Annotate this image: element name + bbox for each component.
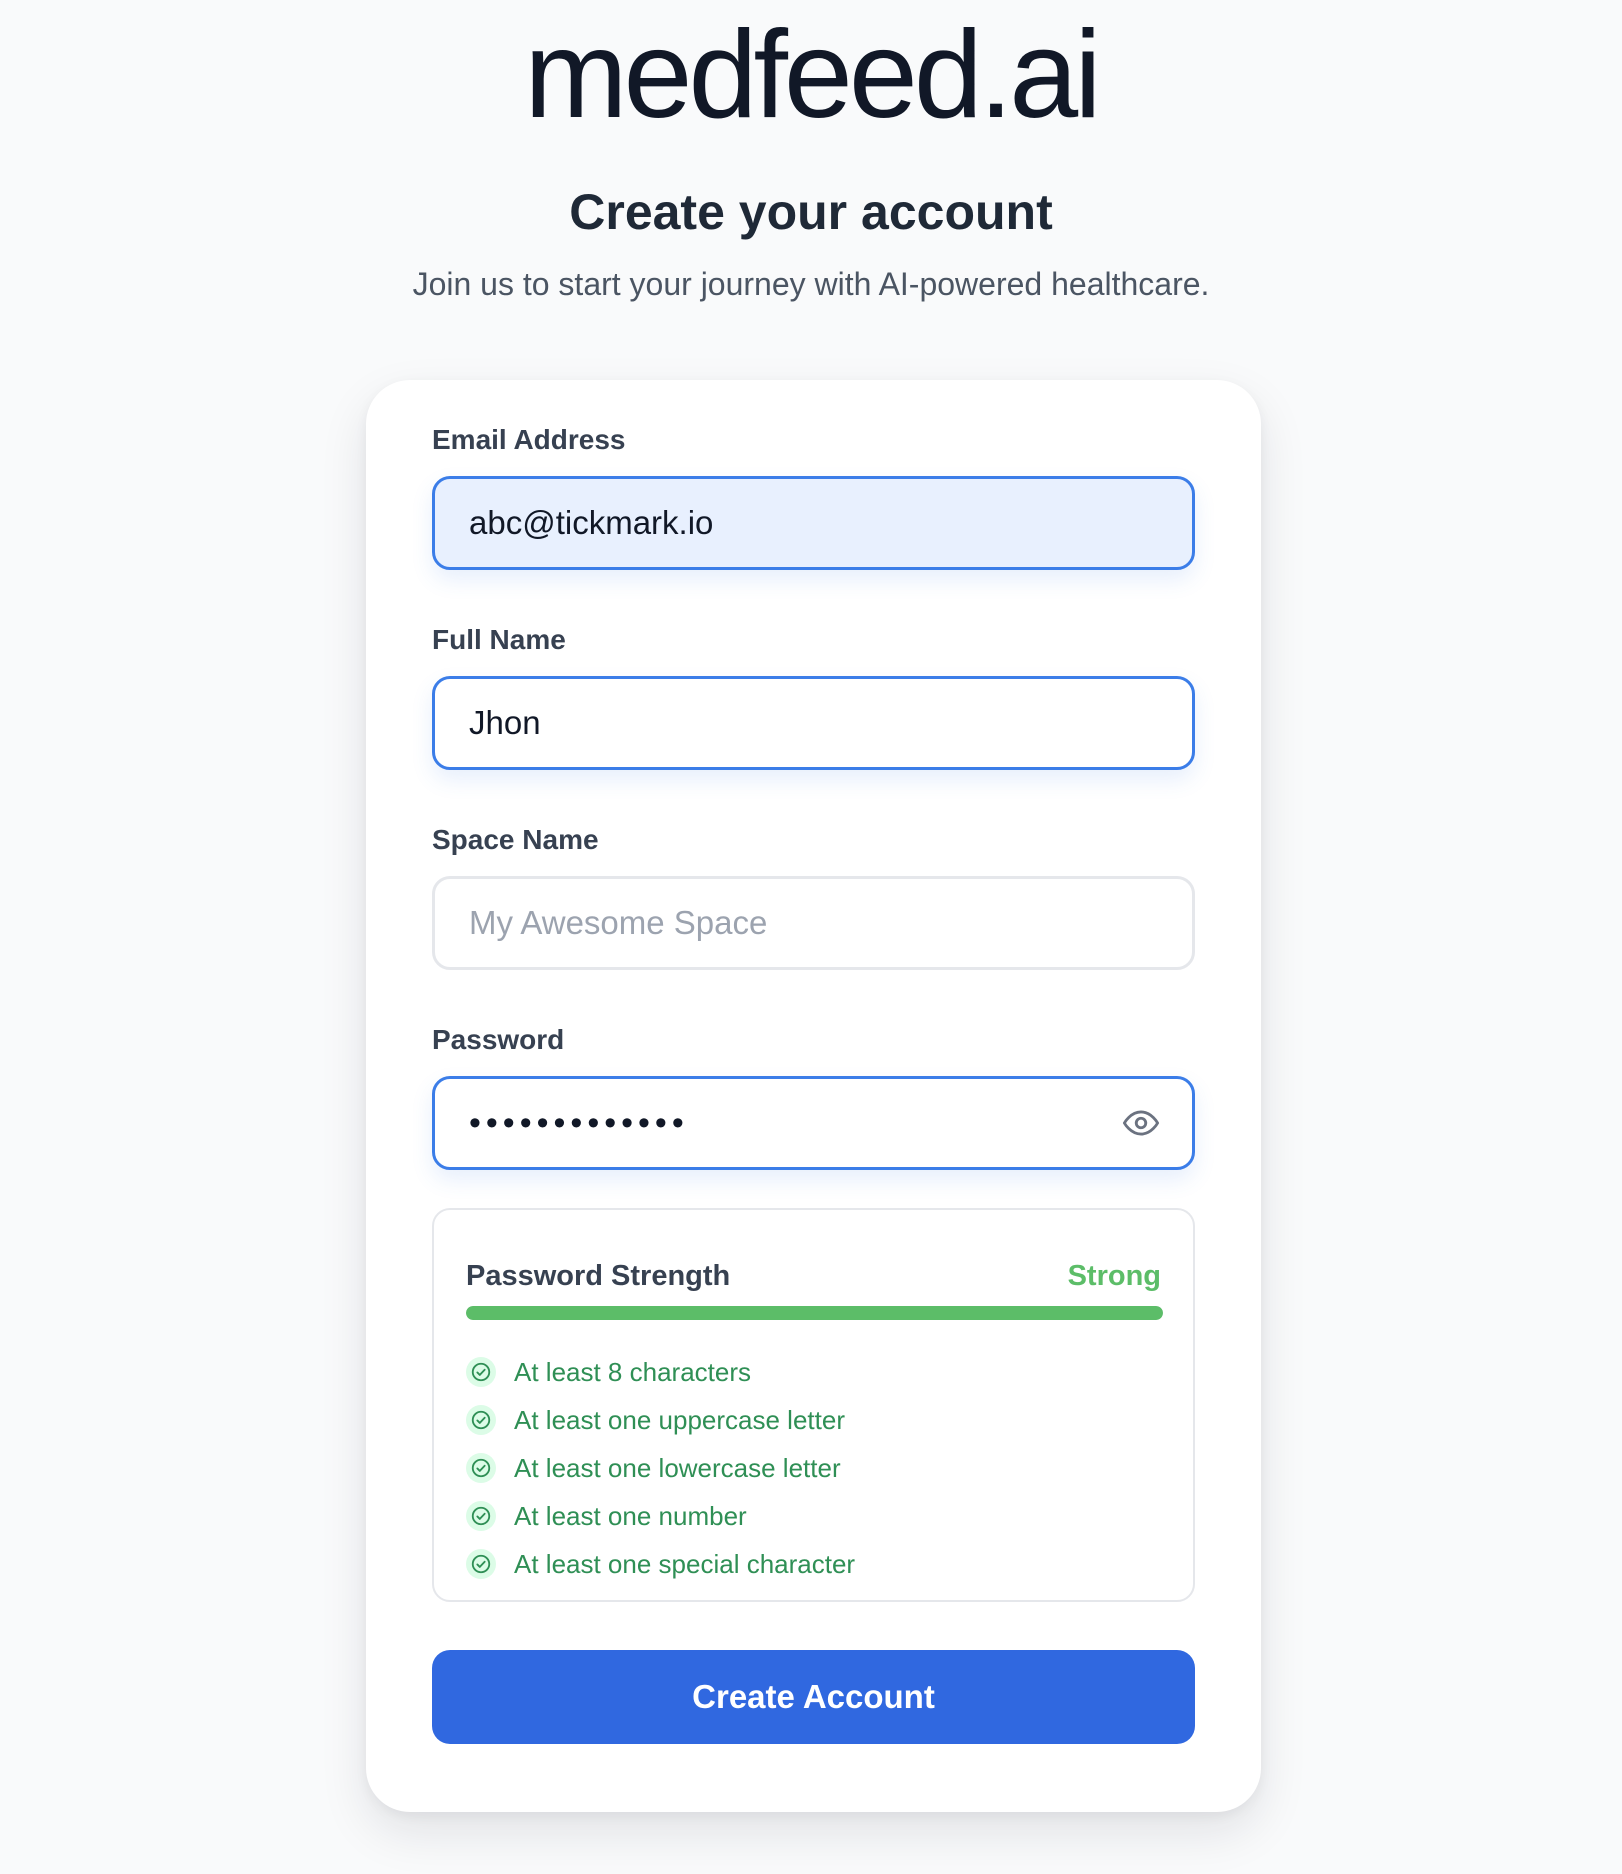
requirement-text: At least 8 characters xyxy=(514,1356,751,1387)
space-name-label: Space Name xyxy=(432,824,599,855)
password-label: Password xyxy=(432,1024,565,1055)
email-field[interactable]: abc@tickmark.io xyxy=(432,476,1195,570)
password-field[interactable]: ••••••••••••• xyxy=(432,1076,1195,1170)
check-circle-icon xyxy=(466,1501,496,1531)
full-name-field[interactable]: Jhon xyxy=(432,676,1195,770)
signup-card: Email Address abc@tickmark.io Full Name … xyxy=(366,380,1261,1812)
password-strength-panel: Password Strength Strong At least 8 char… xyxy=(432,1208,1195,1602)
brand-logo: medfeed.ai xyxy=(524,6,1102,144)
eye-icon[interactable] xyxy=(1120,1102,1162,1144)
space-name-placeholder: My Awesome Space xyxy=(469,904,768,941)
password-strength-bar xyxy=(466,1306,1163,1320)
requirement-text: At least one special character xyxy=(514,1548,856,1579)
full-name-label: Full Name xyxy=(432,624,566,655)
check-circle-icon xyxy=(466,1549,496,1579)
page-title: Create your account xyxy=(569,184,1053,240)
check-circle-icon xyxy=(466,1357,496,1387)
requirement-text: At least one number xyxy=(514,1500,747,1531)
list-item: At least one number xyxy=(466,1492,855,1540)
email-value: abc@tickmark.io xyxy=(469,504,714,541)
list-item: At least one lowercase letter xyxy=(466,1444,855,1492)
create-account-button[interactable]: Create Account xyxy=(432,1650,1195,1744)
page-subtitle: Join us to start your journey with AI-po… xyxy=(412,266,1210,302)
password-strength-fill xyxy=(466,1306,1163,1320)
check-circle-icon xyxy=(466,1405,496,1435)
password-requirements: At least 8 characters At least one upper… xyxy=(466,1348,855,1588)
requirement-text: At least one lowercase letter xyxy=(514,1452,841,1483)
full-name-value: Jhon xyxy=(469,704,541,741)
requirement-text: At least one uppercase letter xyxy=(514,1404,845,1435)
check-circle-icon xyxy=(466,1453,496,1483)
signup-page: medfeed.ai Create your account Join us t… xyxy=(0,0,1622,1874)
password-strength-title: Password Strength xyxy=(466,1260,731,1292)
list-item: At least 8 characters xyxy=(466,1348,855,1396)
email-label: Email Address xyxy=(432,424,626,455)
space-name-field[interactable]: My Awesome Space xyxy=(432,876,1195,970)
list-item: At least one uppercase letter xyxy=(466,1396,855,1444)
password-masked-value: ••••••••••••• xyxy=(469,1104,689,1142)
password-strength-level: Strong xyxy=(1067,1260,1161,1292)
list-item: At least one special character xyxy=(466,1540,855,1588)
